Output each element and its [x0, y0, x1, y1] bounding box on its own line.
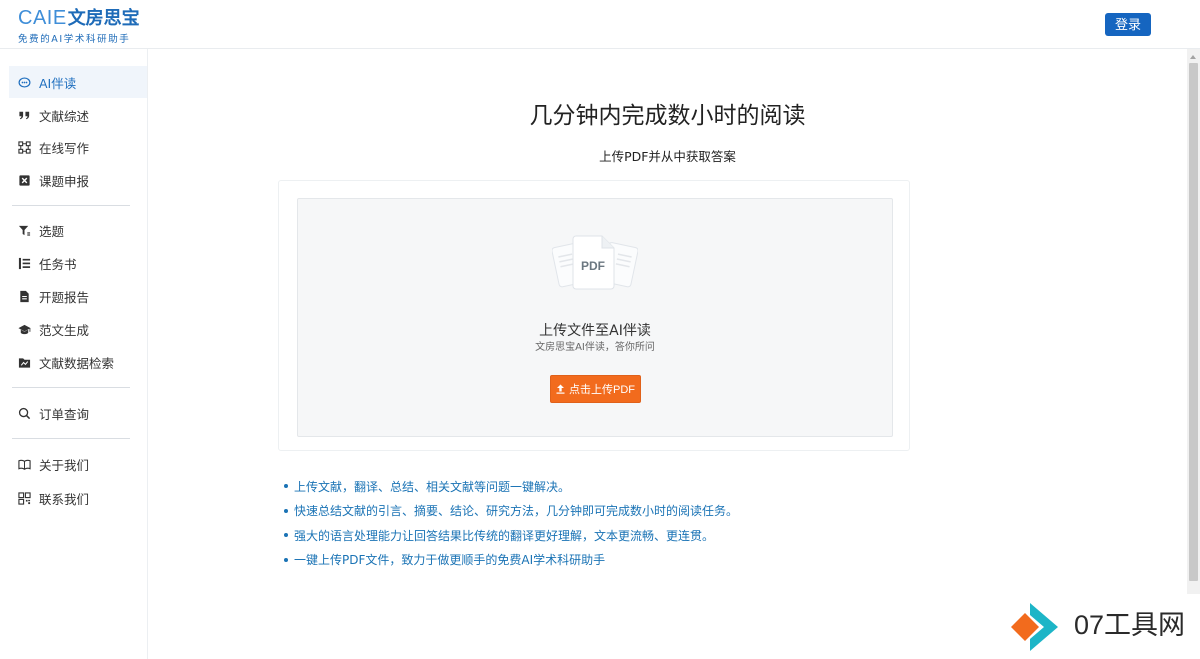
quote-icon [17, 108, 31, 122]
upload-title: 上传文件至AI伴读 [539, 323, 651, 339]
sidebar-item-contact-us[interactable]: 联系我们 [9, 482, 147, 514]
watermark-logo-icon [1011, 603, 1058, 651]
sidebar-item-ai-reading[interactable]: AI伴读 [9, 66, 147, 98]
feature-item: 上传文献，翻译、总结、相关文献等问题一键解决。 [284, 474, 884, 499]
upload-description: 文房思宝AI伴读，答你所问 [535, 342, 655, 353]
feature-text: 强大的语言处理能力让回答结果比传统的翻译更好理解，文本更流畅、更连贯。 [294, 528, 715, 543]
pdf-file-icon: PDF [552, 235, 638, 290]
sidebar-item-label: 订单查询 [39, 406, 90, 422]
upload-arrow-icon [556, 384, 565, 394]
sidebar-item-task-book[interactable]: 任务书 [9, 247, 147, 279]
bullet-icon [284, 557, 288, 562]
chat-bubble-icon [17, 75, 31, 89]
feature-text: 快速总结文献的引言、摘要、结论、研究方法，几分钟即可完成数小时的阅读任务。 [294, 504, 739, 519]
feature-item: 一键上传PDF文件，致力于做更顺手的免费AI学术科研助手 [284, 548, 884, 573]
bullet-icon [284, 508, 288, 513]
sidebar-divider [12, 387, 130, 388]
logo[interactable]: CAIE 文房思宝 免费的AI学术科研助手 [18, 7, 148, 45]
logo-en: CAIE [18, 7, 67, 29]
search-icon [17, 406, 31, 420]
feature-list: 上传文献，翻译、总结、相关文献等问题一键解决。 快速总结文献的引言、摘要、结论、… [284, 474, 884, 572]
sidebar-item-proposal-report[interactable]: 开题报告 [9, 280, 147, 312]
feature-text: 上传文献，翻译、总结、相关文献等问题一键解决。 [294, 479, 571, 494]
filter-icon [17, 223, 31, 237]
sidebar-item-label: 关于我们 [39, 457, 90, 473]
sidebar-item-order-query[interactable]: 订单查询 [9, 397, 147, 429]
feature-item: 强大的语言处理能力让回答结果比传统的翻译更好理解，文本更流畅、更连贯。 [284, 523, 884, 548]
scroll-up-arrow-icon[interactable] [1190, 55, 1196, 59]
bullet-icon [284, 533, 288, 538]
login-button[interactable]: 登录 [1105, 13, 1151, 36]
sidebar-item-label: 课题申报 [39, 173, 90, 189]
bullet-icon [284, 484, 288, 489]
page-title: 几分钟内完成数小时的阅读 [529, 103, 806, 129]
sidebar-item-about-us[interactable]: 关于我们 [9, 448, 147, 480]
sidebar-item-label: 联系我们 [39, 491, 90, 507]
sidebar-item-label: 任务书 [39, 256, 77, 272]
sidebar-item-label: 文献数据检索 [39, 355, 115, 371]
upload-card: PDF 上传文件至AI伴读 文房思宝AI伴读，答你所问 点击上传PDF [278, 180, 910, 451]
watermark: 07工具网 [1008, 599, 1198, 655]
sidebar-item-topic-selection[interactable]: 选题 [9, 214, 147, 246]
list-icon [17, 256, 31, 270]
pdf-file-label: PDF [581, 259, 605, 273]
sidebar-item-project-application[interactable]: 课题申报 [9, 164, 147, 196]
logo-cn: 文房思宝 [67, 8, 140, 29]
logo-tagline: 免费的AI学术科研助手 [18, 34, 131, 45]
page-scrollbar[interactable] [1187, 49, 1200, 594]
upload-button-label: 点击上传PDF [569, 384, 635, 396]
upload-pdf-button[interactable]: 点击上传PDF [550, 375, 641, 403]
watermark-text: 07工具网 [1074, 610, 1186, 640]
feature-item: 快速总结文献的引言、摘要、结论、研究方法，几分钟即可完成数小时的阅读任务。 [284, 499, 884, 524]
sidebar-item-literature-review[interactable]: 文献综述 [9, 99, 147, 131]
logo-title: CAIE 文房思宝 [18, 7, 148, 29]
sidebar-item-literature-search[interactable]: 文献数据检索 [9, 346, 147, 378]
upload-dropzone[interactable]: PDF 上传文件至AI伴读 文房思宝AI伴读，答你所问 点击上传PDF [297, 198, 893, 437]
document-icon [17, 289, 31, 303]
top-header: CAIE 文房思宝 免费的AI学术科研助手 登录 [0, 0, 1200, 49]
page-subtitle: 上传PDF并从中获取答案 [599, 149, 736, 164]
graduation-cap-icon [17, 322, 31, 336]
sidebar-item-label: AI伴读 [39, 75, 77, 91]
feature-text: 一键上传PDF文件，致力于做更顺手的免费AI学术科研助手 [294, 553, 606, 568]
sidebar-item-label: 范文生成 [39, 322, 90, 338]
sidebar-divider [12, 205, 130, 206]
sidebar-item-label: 在线写作 [39, 140, 90, 156]
sidebar-item-label: 文献综述 [39, 108, 90, 124]
scroll-thumb[interactable] [1189, 63, 1198, 581]
cross-square-icon [17, 173, 31, 187]
sidebar: AI伴读 文献综述 在线写作 课题申报 选题 任务书 开题报告 范文生成 文献数… [0, 49, 148, 659]
sidebar-item-online-writing[interactable]: 在线写作 [9, 131, 147, 163]
folder-chart-icon [17, 355, 31, 369]
sidebar-divider [12, 438, 130, 439]
sidebar-item-sample-generation[interactable]: 范文生成 [9, 313, 147, 345]
qrcode-icon [17, 491, 31, 505]
sidebar-item-label: 选题 [39, 223, 65, 239]
nodes-icon [17, 140, 31, 154]
book-open-icon [17, 457, 31, 471]
sidebar-item-label: 开题报告 [39, 289, 90, 305]
